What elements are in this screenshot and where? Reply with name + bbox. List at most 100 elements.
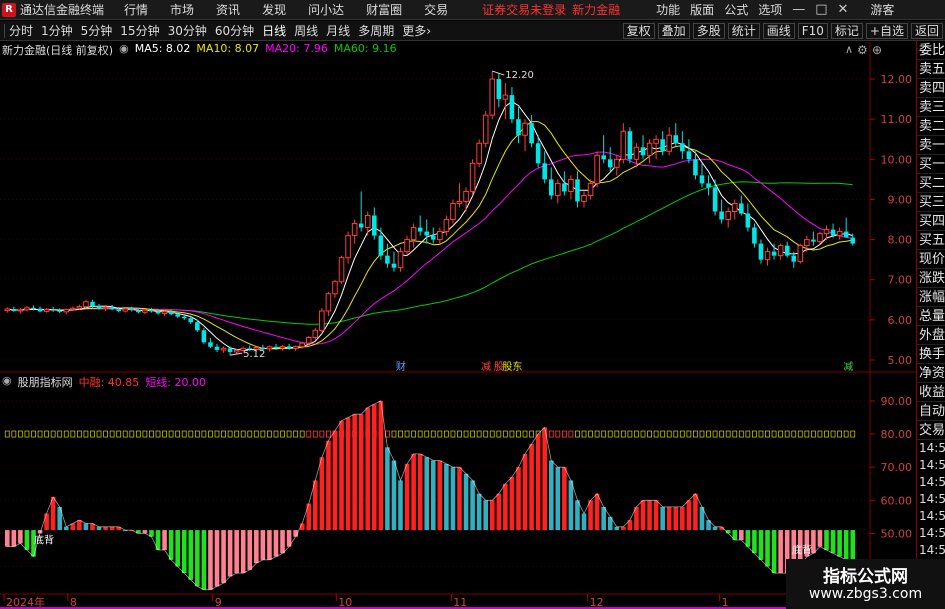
indicator-dot: [122, 430, 128, 438]
guest-label[interactable]: 游客: [870, 1, 894, 18]
menu-wealth-circle[interactable]: 财富圈: [366, 1, 402, 18]
mark-button[interactable]: 标记: [830, 23, 863, 39]
maximize-icon[interactable]: □: [815, 2, 827, 17]
indicator-bar: [496, 493, 502, 531]
indicator-dot: [280, 430, 285, 438]
candle-body: [548, 179, 554, 196]
chart-canvas[interactable]: 5.00 6.00 7.00 8.00 9.00 10.00 11.00 12.00 12.2…: [0, 41, 916, 609]
indicator-toggle-icon[interactable]: ◉: [2, 374, 12, 388]
tab-daily[interactable]: 日线: [262, 22, 286, 39]
candle-body: [385, 255, 390, 264]
indicator-dot: [437, 430, 443, 438]
candle-body: [489, 78, 496, 116]
candle-body: [201, 330, 207, 343]
close-icon[interactable]: ✕: [838, 2, 849, 17]
indicator-dot: [522, 430, 528, 438]
candle-body: [122, 308, 129, 312]
menu-trade[interactable]: 交易: [424, 1, 448, 18]
candle-body: [195, 322, 200, 331]
indicator-bar: [778, 530, 783, 574]
candle-body: [620, 130, 627, 160]
legend-toggle-icon[interactable]: ◉: [119, 42, 129, 56]
overlay-button[interactable]: 叠加: [657, 23, 690, 39]
back-button[interactable]: 返回: [910, 23, 943, 39]
candle-body: [463, 190, 469, 202]
menu-discover[interactable]: 发现: [262, 1, 286, 18]
indicator-bar: [529, 443, 534, 531]
candle-body: [843, 231, 849, 238]
menu-formula[interactable]: 公式: [724, 1, 748, 18]
chart-expand-icon[interactable]: ∧: [845, 43, 853, 56]
quote-label: 总量: [917, 309, 945, 326]
high-price-label: 12.20: [505, 70, 534, 81]
tab-more[interactable]: 更多›: [402, 22, 431, 39]
indicator-bar: [221, 530, 226, 584]
indicator-bar: [621, 526, 626, 531]
watermark-logo: 指标公式网 www.zbgs3.com: [786, 559, 945, 609]
event-marker: 减: [481, 361, 491, 373]
chart-zoom-icon[interactable]: ⊕: [872, 43, 882, 57]
indicator-bar: [201, 530, 207, 590]
tick-time: 14:56: [919, 492, 945, 506]
candle-body: [109, 307, 115, 310]
menu-quotes[interactable]: 行情: [124, 1, 148, 18]
menu-ask[interactable]: 问小达: [308, 1, 344, 18]
indicator-bar: [470, 480, 475, 531]
draw-line-button[interactable]: 画线: [762, 23, 795, 39]
tab-multi-period[interactable]: 多周期: [358, 22, 394, 39]
adjust-button[interactable]: 复权: [622, 23, 655, 39]
candle-body: [266, 346, 273, 350]
tab-30min[interactable]: 30分钟: [168, 22, 207, 39]
candle-body: [817, 233, 823, 243]
menu-news[interactable]: 资讯: [216, 1, 240, 18]
minimize-icon[interactable]: —: [792, 2, 805, 17]
tab-intraday[interactable]: 分时: [9, 22, 33, 39]
menu-layout[interactable]: 版面: [690, 1, 714, 18]
indicator-tick-label: 60.00: [881, 494, 913, 507]
indicator-duanxian: 短线: 20.00: [145, 376, 207, 389]
login-status[interactable]: 证券交易未登录: [482, 1, 566, 18]
quote-label[interactable]: 自动: [917, 402, 945, 421]
quote-label[interactable]: 交易: [917, 421, 945, 440]
add-watchlist-button[interactable]: +自选: [865, 23, 908, 39]
indicator-bar: [181, 530, 187, 574]
candle-body: [739, 203, 744, 214]
menu-options[interactable]: 选项: [758, 1, 782, 18]
indicator-bar: [824, 530, 829, 550]
indicator-bar: [404, 463, 410, 531]
candle-body: [358, 223, 364, 228]
quote-label-list: 委比 卖五 卖四 卖三 卖二 卖一 买一 买二 买三 买四 买五 现价 涨跌 涨幅 总量 外盘 换手 净资 收益 自动…: [917, 41, 945, 440]
indicator-bar: [588, 500, 593, 531]
indicator-bar: [77, 520, 82, 531]
f10-button[interactable]: F10: [797, 23, 828, 39]
tab-weekly[interactable]: 周线: [294, 22, 318, 39]
candle-body: [345, 235, 351, 259]
tab-15min[interactable]: 15分钟: [120, 22, 159, 39]
tab-monthly[interactable]: 月线: [326, 22, 350, 39]
indicator-bar: [548, 460, 554, 531]
candle-body: [601, 155, 606, 160]
candle-body: [371, 215, 377, 236]
tab-1min[interactable]: 1分钟: [41, 22, 73, 39]
indicator-bar: [555, 467, 561, 531]
tab-5min[interactable]: 5分钟: [81, 22, 113, 39]
indicator-tick-label: 90.00: [881, 395, 913, 408]
candle-body: [364, 215, 371, 229]
indicator-bar: [96, 526, 102, 531]
candle-body: [516, 119, 521, 136]
multi-stock-button[interactable]: 多股: [692, 23, 725, 39]
menu-market[interactable]: 市场: [170, 1, 194, 18]
indicator-dot: [752, 430, 757, 438]
annotation-pointer: [492, 70, 505, 76]
indicator-bar: [594, 493, 600, 531]
ma60-line: [7, 181, 853, 325]
menu-function[interactable]: 功能: [656, 1, 680, 18]
chart-settings-icon[interactable]: ⚙: [857, 43, 868, 57]
main-grid: [0, 78, 870, 361]
statistics-button[interactable]: 统计: [727, 23, 760, 39]
period-toolbar: 分时 1分钟 5分钟 15分钟 30分钟 60分钟 日线 周线 月线 多周期 更…: [0, 21, 945, 41]
indicator-line: [7, 400, 853, 591]
tab-60min[interactable]: 60分钟: [215, 22, 254, 39]
candle-body: [731, 202, 738, 212]
indicator-dot: [502, 430, 508, 438]
